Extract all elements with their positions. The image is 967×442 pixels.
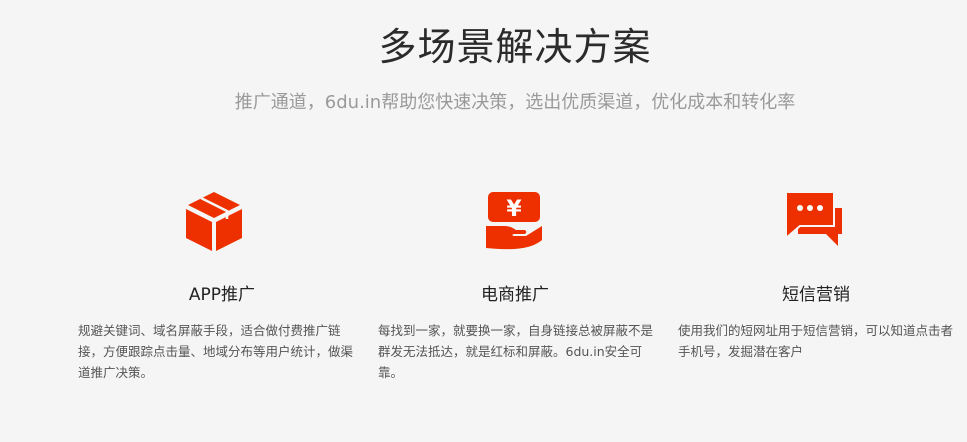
yuan-hand-icon: ¥ [482,188,546,254]
yuan-symbol: ¥ [506,197,522,222]
page-title: 多场景解决方案 [378,25,652,69]
feature-title: APP推广 [188,285,256,305]
cube-icon [182,188,246,254]
feature-title: 电商推广 [481,285,549,305]
chat-bubble-icon [782,188,846,254]
feature-description: 每找到一家，就要换一家，自身链接总被屏蔽不是群发无法抵达，就是红标和屏蔽。6du… [378,323,654,380]
feature-description: 使用我们的短网址用于短信营销，可以知道点击者手机号，发掘潜在客户 [678,323,954,359]
feature-description: 规避关键词、域名屏蔽手段，适合做付费推广链接，方便跟踪点击量、地域分布等用户统计… [78,323,354,380]
feature-title: 短信营销 [782,285,850,305]
page-subtitle: 推广通道，6du.in帮助您快速决策，选出优质渠道，优化成本和转化率 [234,92,796,113]
